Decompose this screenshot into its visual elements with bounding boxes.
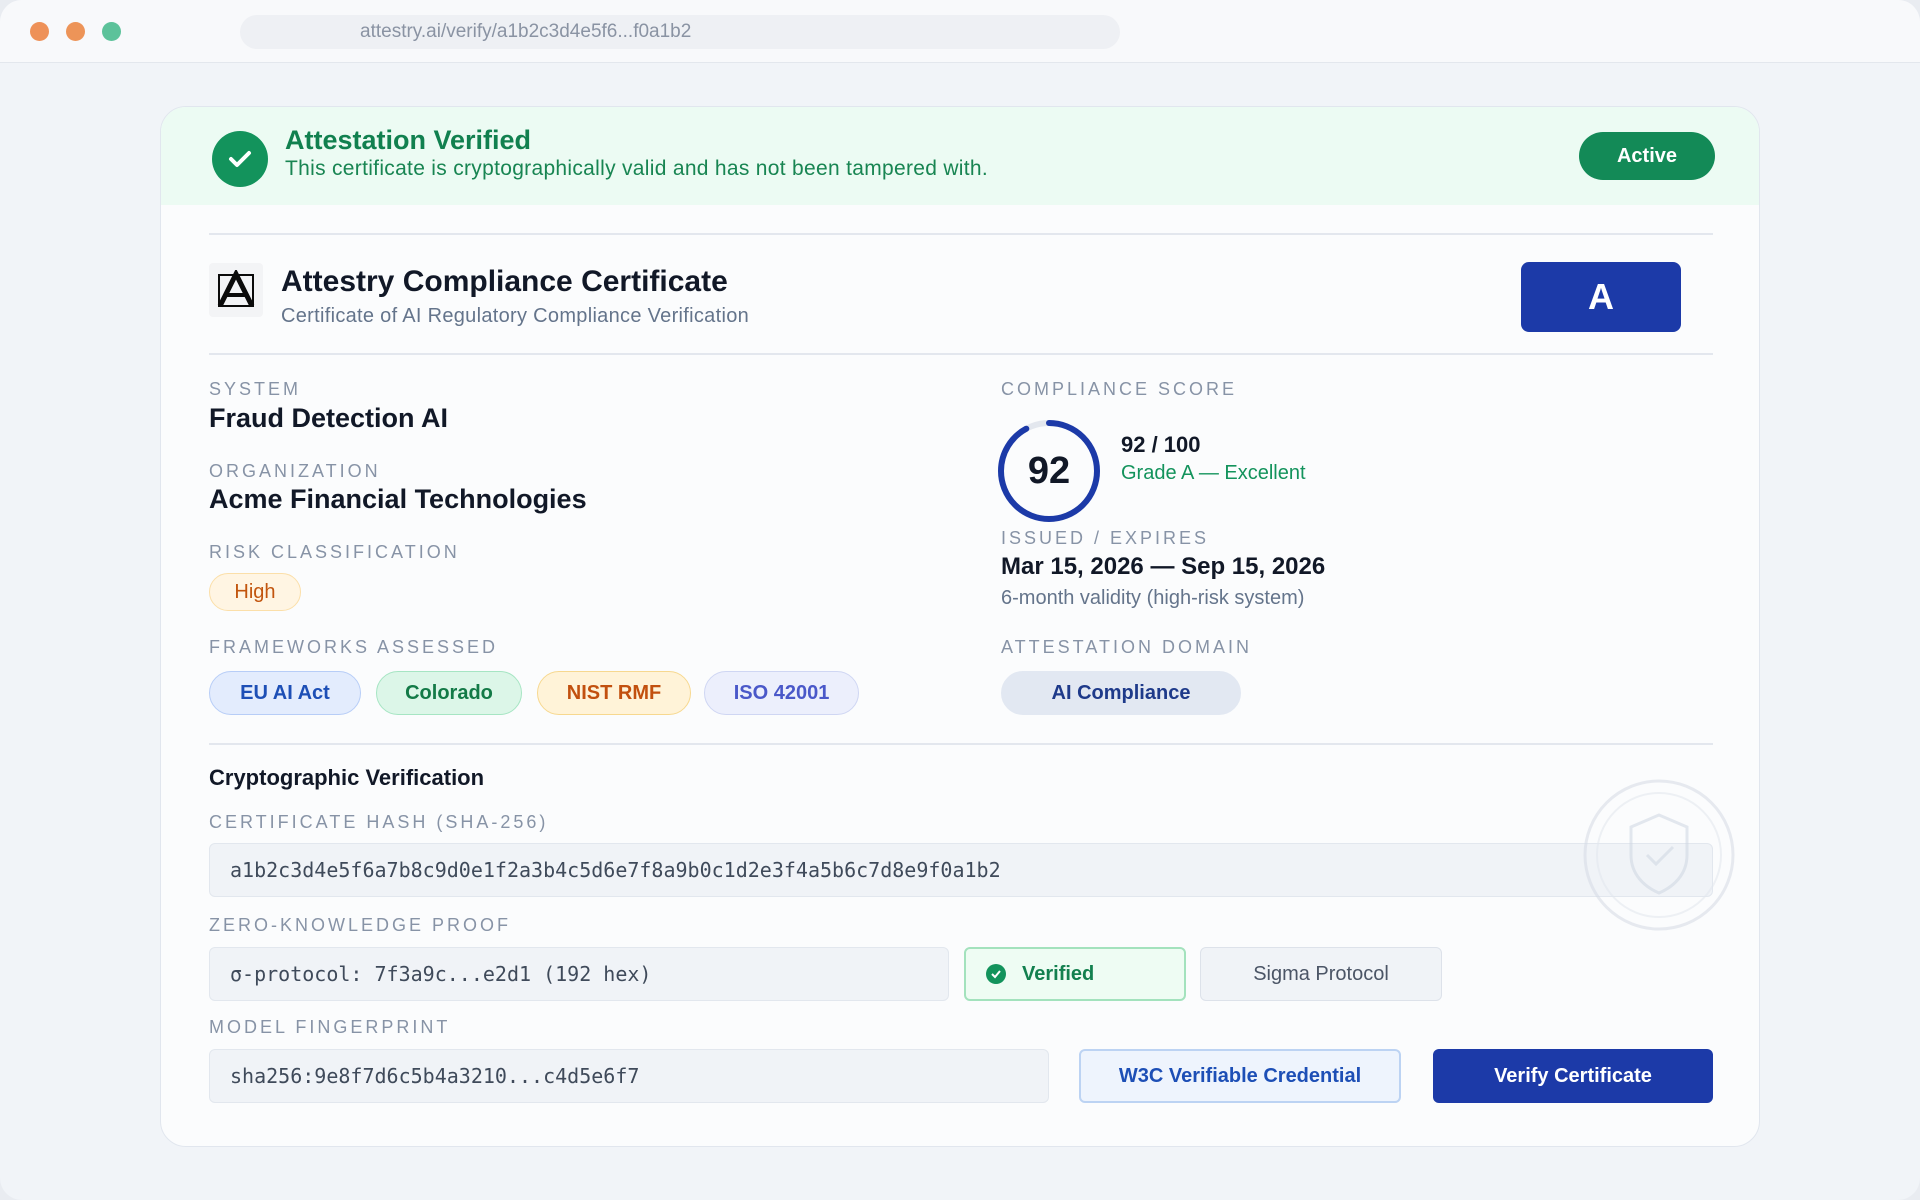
divider (209, 353, 1713, 355)
close-window-button[interactable] (30, 22, 49, 41)
validity-dates: Mar 15, 2026 — Sep 15, 2026 (1001, 553, 1326, 580)
verify-certificate-button[interactable]: Verify Certificate (1433, 1049, 1713, 1103)
score-grade: Grade A — Excellent (1121, 462, 1306, 484)
zk-proof-field[interactable]: σ-protocol: 7f3a9c...e2d1 (192 hex) (209, 947, 949, 1001)
score-value: 92 (1027, 450, 1071, 492)
frameworks-label: FRAMEWORKS ASSESSED (209, 637, 499, 657)
organization-value: Acme Financial Technologies (209, 484, 587, 514)
divider (209, 233, 1713, 235)
w3c-credential-button[interactable]: W3C Verifiable Credential (1079, 1049, 1401, 1103)
certificate-hash-field[interactable]: a1b2c3d4e5f6a7b8c9d0e1f2a3b4c5d6e7f8a9b0… (209, 843, 1713, 897)
framework-tag: EU AI Act (209, 671, 361, 715)
system-label: SYSTEM (209, 379, 302, 399)
validity-note: 6-month validity (high-risk system) (1001, 587, 1305, 609)
divider (209, 743, 1713, 745)
browser-window: attestry.ai/verify/a1b2c3d4e5f6...f0a1b2… (0, 0, 1920, 1200)
verified-check-icon (986, 964, 1006, 984)
organization-label: ORGANIZATION (209, 461, 381, 481)
framework-tag: NIST RMF (537, 671, 691, 715)
compliance-score-label: COMPLIANCE SCORE (1001, 379, 1238, 399)
protocol-badge: Sigma Protocol (1200, 947, 1442, 1001)
system-value: Fraud Detection AI (209, 403, 449, 433)
banner-subtitle: This certificate is cryptographically va… (285, 157, 989, 180)
zk-proof-label: ZERO-KNOWLEDGE PROOF (209, 915, 512, 935)
check-circle-icon (212, 131, 268, 187)
zk-verified-badge: Verified (964, 947, 1186, 1001)
hash-label: CERTIFICATE HASH (SHA-256) (209, 812, 549, 832)
banner-title: Attestation Verified (285, 125, 532, 155)
browser-titlebar: attestry.ai/verify/a1b2c3d4e5f6...f0a1b2 (0, 0, 1920, 63)
zk-verified-text: Verified (1022, 963, 1095, 985)
grade-badge: A (1521, 262, 1681, 332)
certificate-card: Attestation Verified This certificate is… (160, 106, 1760, 1147)
risk-badge: High (209, 573, 301, 611)
section-title: Cryptographic Verification (209, 765, 485, 790)
status-badge: Active (1579, 132, 1715, 180)
certificate-subtitle: Certificate of AI Regulatory Compliance … (281, 305, 750, 327)
attestation-domain-label: ATTESTATION DOMAIN (1001, 637, 1252, 657)
verification-banner: Attestation Verified This certificate is… (161, 107, 1759, 205)
certificate-title: Attestry Compliance Certificate (281, 265, 728, 298)
address-bar[interactable]: attestry.ai/verify/a1b2c3d4e5f6...f0a1b2 (240, 15, 1120, 49)
minimize-window-button[interactable] (66, 22, 85, 41)
score-out-of: 92 / 100 (1121, 432, 1201, 457)
framework-tag: ISO 42001 (704, 671, 859, 715)
shield-seal-icon (1583, 779, 1735, 931)
maximize-window-button[interactable] (102, 22, 121, 41)
framework-tag: Colorado (376, 671, 522, 715)
attestry-logo-icon (209, 263, 263, 317)
issued-expires-label: ISSUED / EXPIRES (1001, 528, 1210, 548)
attestation-domain-badge: AI Compliance (1001, 671, 1241, 715)
model-fingerprint-field[interactable]: sha256:9e8f7d6c5b4a3210...c4d5e6f7 (209, 1049, 1049, 1103)
risk-label: RISK CLASSIFICATION (209, 542, 460, 562)
fingerprint-label: MODEL FINGERPRINT (209, 1017, 451, 1037)
